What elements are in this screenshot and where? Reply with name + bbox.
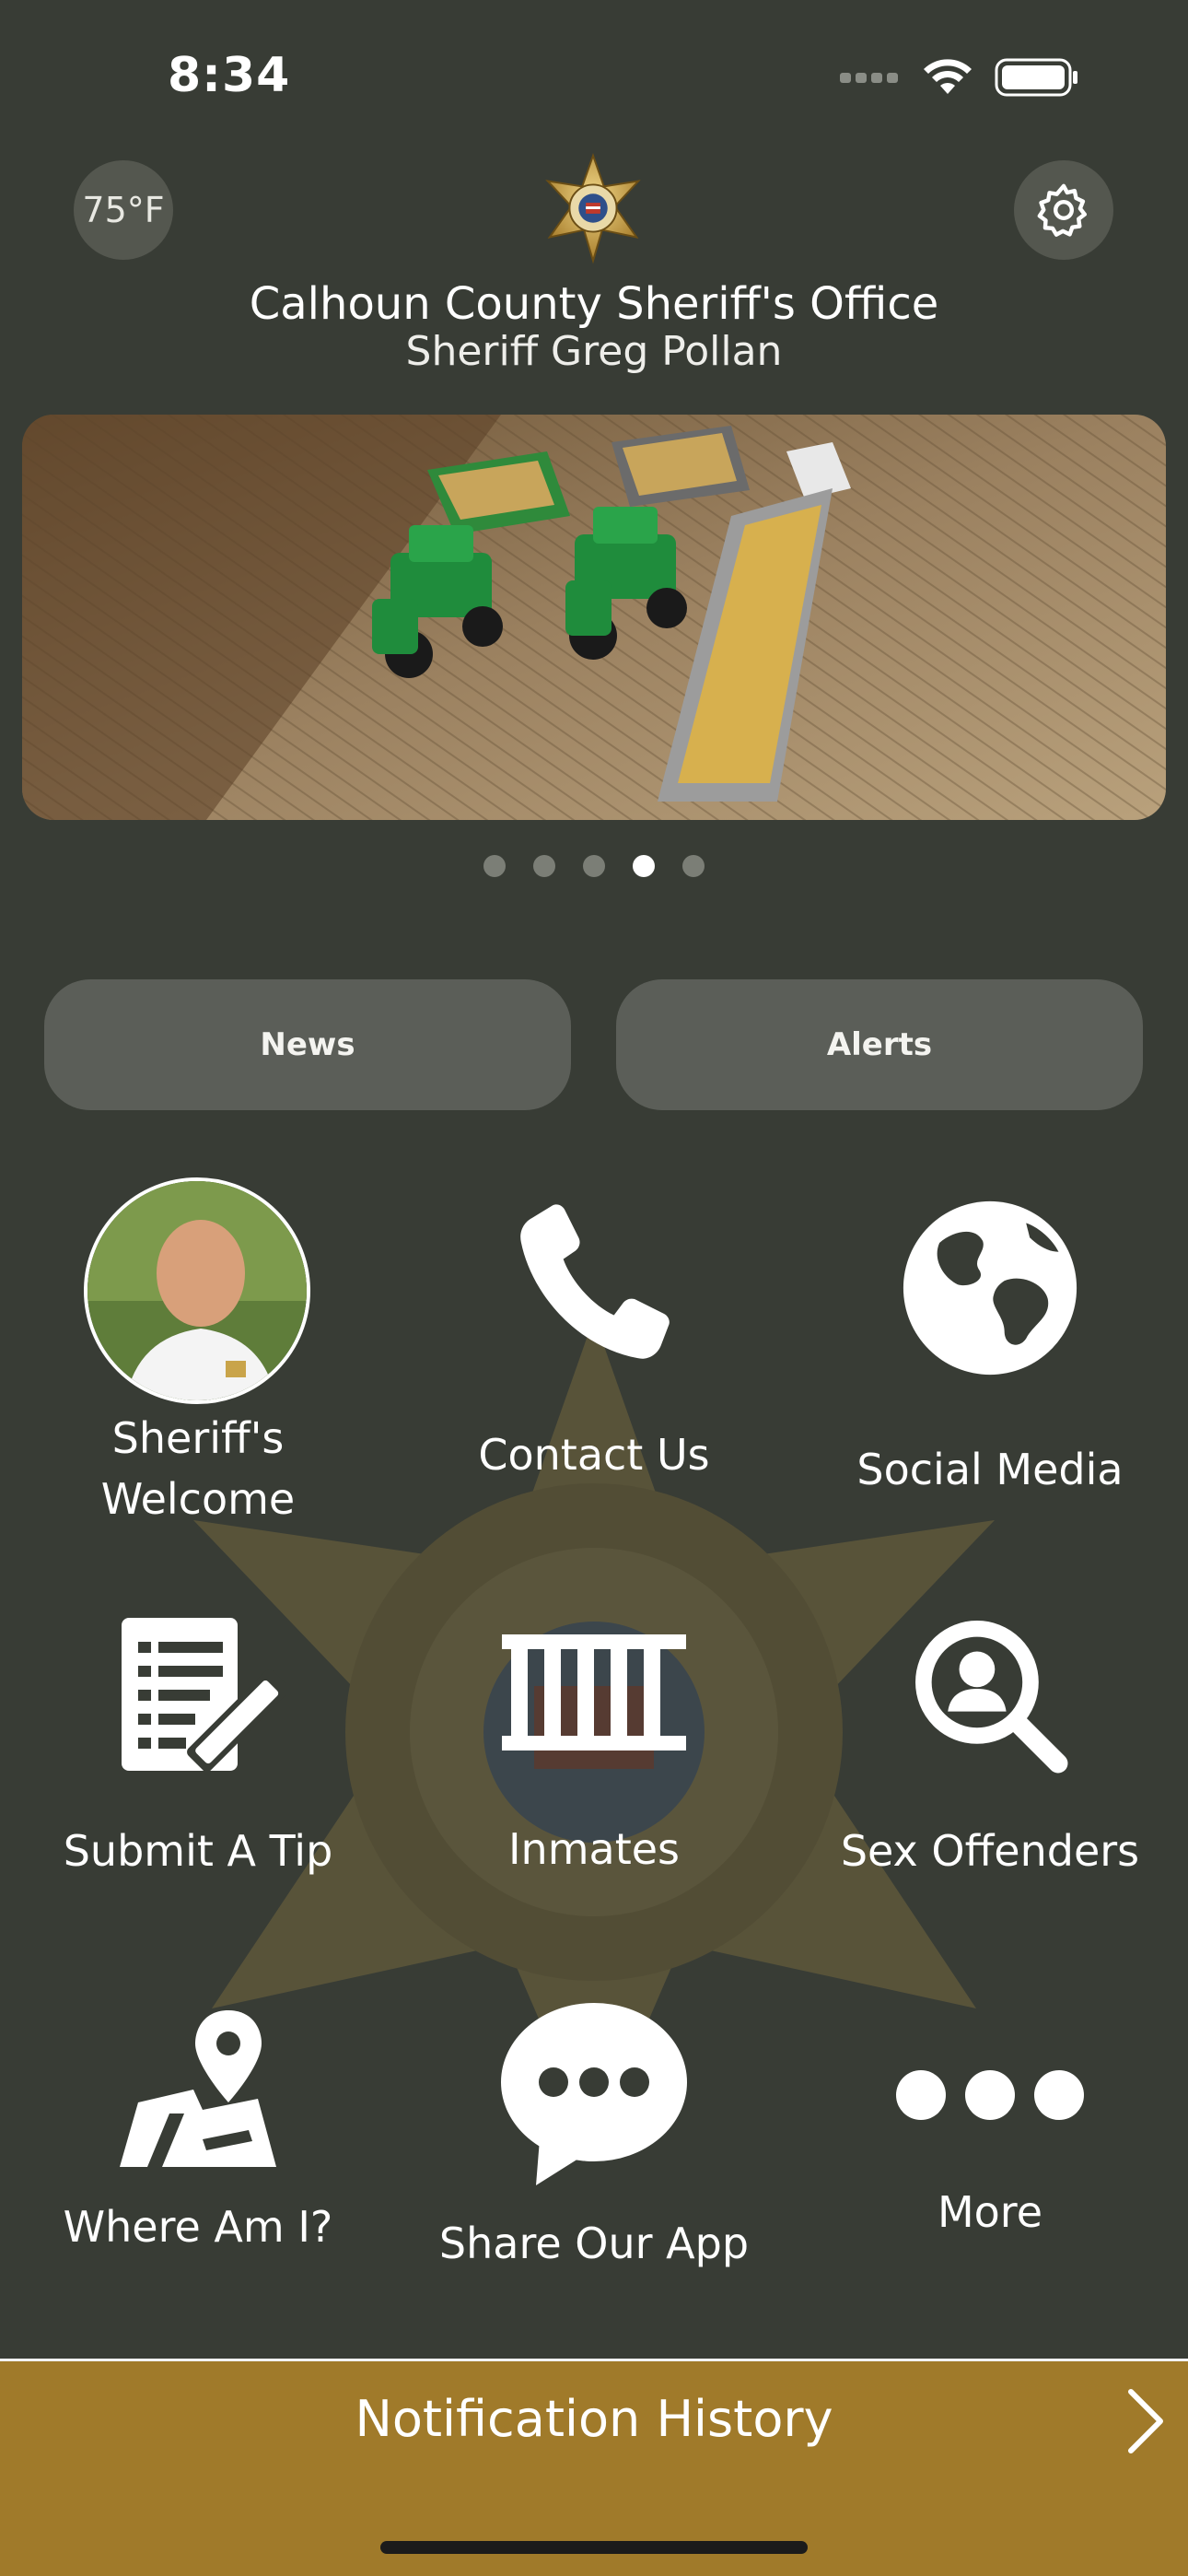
cellular-signal-icon <box>840 73 898 83</box>
agency-title: Calhoun County Sheriff's Office <box>249 278 939 330</box>
inmates-tile[interactable]: Inmates <box>396 1634 792 1879</box>
carousel-dot[interactable] <box>583 855 605 877</box>
tile-label-sheriffs-welcome: Sheriff's Welcome <box>0 1408 396 1529</box>
wifi-icon <box>924 59 972 94</box>
sheriff-welcome-avatar[interactable] <box>84 1177 310 1404</box>
tile-label: Sheriff's Welcome <box>100 1413 296 1524</box>
contact-us-tile[interactable]: Contact Us <box>396 1188 792 1485</box>
gear-icon <box>1037 183 1088 237</box>
sheriff-badge-logo <box>545 153 641 264</box>
tile-label-where-am-i: Where Am I? <box>63 2202 333 2252</box>
status-icons <box>840 57 1079 98</box>
tile-label-sex-offenders: Sex Offenders <box>840 1826 1140 1876</box>
weather-temperature-badge[interactable]: 75°F <box>74 160 173 260</box>
social-media-tile[interactable]: Social Media <box>792 1198 1188 1500</box>
carousel-page-indicator[interactable] <box>0 855 1188 877</box>
carousel-dot[interactable] <box>483 855 506 877</box>
tile-label-contact-us: Contact Us <box>478 1430 710 1480</box>
globe-icon <box>903 1200 1077 1376</box>
jail-bars-icon <box>502 1634 686 1751</box>
hero-carousel-image[interactable] <box>22 415 1166 820</box>
map-pin-icon <box>120 2010 276 2167</box>
where-am-i-tile[interactable]: Where Am I? <box>0 2010 396 2257</box>
search-person-icon <box>915 1621 1068 1774</box>
share-our-app-tile[interactable]: Share Our App <box>396 2001 792 2274</box>
carousel-dot-active[interactable] <box>633 855 655 877</box>
sheriff-portrait-icon <box>87 1181 307 1400</box>
carousel-dot[interactable] <box>533 855 555 877</box>
tile-label-more: More <box>937 2187 1043 2237</box>
sheriffs-welcome-tile[interactable]: Sheriff's Welcome <box>0 1408 396 1529</box>
tile-label-share-our-app: Share Our App <box>438 2219 750 2268</box>
news-button[interactable]: News <box>44 979 571 1110</box>
status-time: 8:34 <box>168 48 291 103</box>
harvest-field-photo <box>22 415 1166 820</box>
tile-label-social-media: Social Media <box>856 1445 1124 1494</box>
sex-offenders-tile[interactable]: Sex Offenders <box>792 1614 1188 1881</box>
carousel-dot[interactable] <box>682 855 705 877</box>
submit-a-tip-tile[interactable]: Submit A Tip <box>0 1614 396 1881</box>
notepad-pencil-icon <box>122 1618 285 1773</box>
phone-icon <box>520 1204 670 1359</box>
more-dots-icon <box>896 2070 1084 2120</box>
chevron-right-icon[interactable] <box>1125 2388 1166 2454</box>
tile-label-submit-a-tip: Submit A Tip <box>63 1826 333 1876</box>
home-indicator[interactable] <box>380 2541 808 2554</box>
sheriff-name-subtitle: Sheriff Greg Pollan <box>405 328 783 375</box>
notification-history-label: Notification History <box>355 2390 833 2448</box>
battery-icon <box>995 58 1077 97</box>
tile-label-inmates: Inmates <box>507 1824 681 1874</box>
more-tile[interactable]: More <box>792 2067 1188 2242</box>
settings-button[interactable] <box>1014 160 1113 260</box>
alerts-button[interactable]: Alerts <box>616 979 1143 1110</box>
chat-bubble-icon <box>501 2003 687 2185</box>
